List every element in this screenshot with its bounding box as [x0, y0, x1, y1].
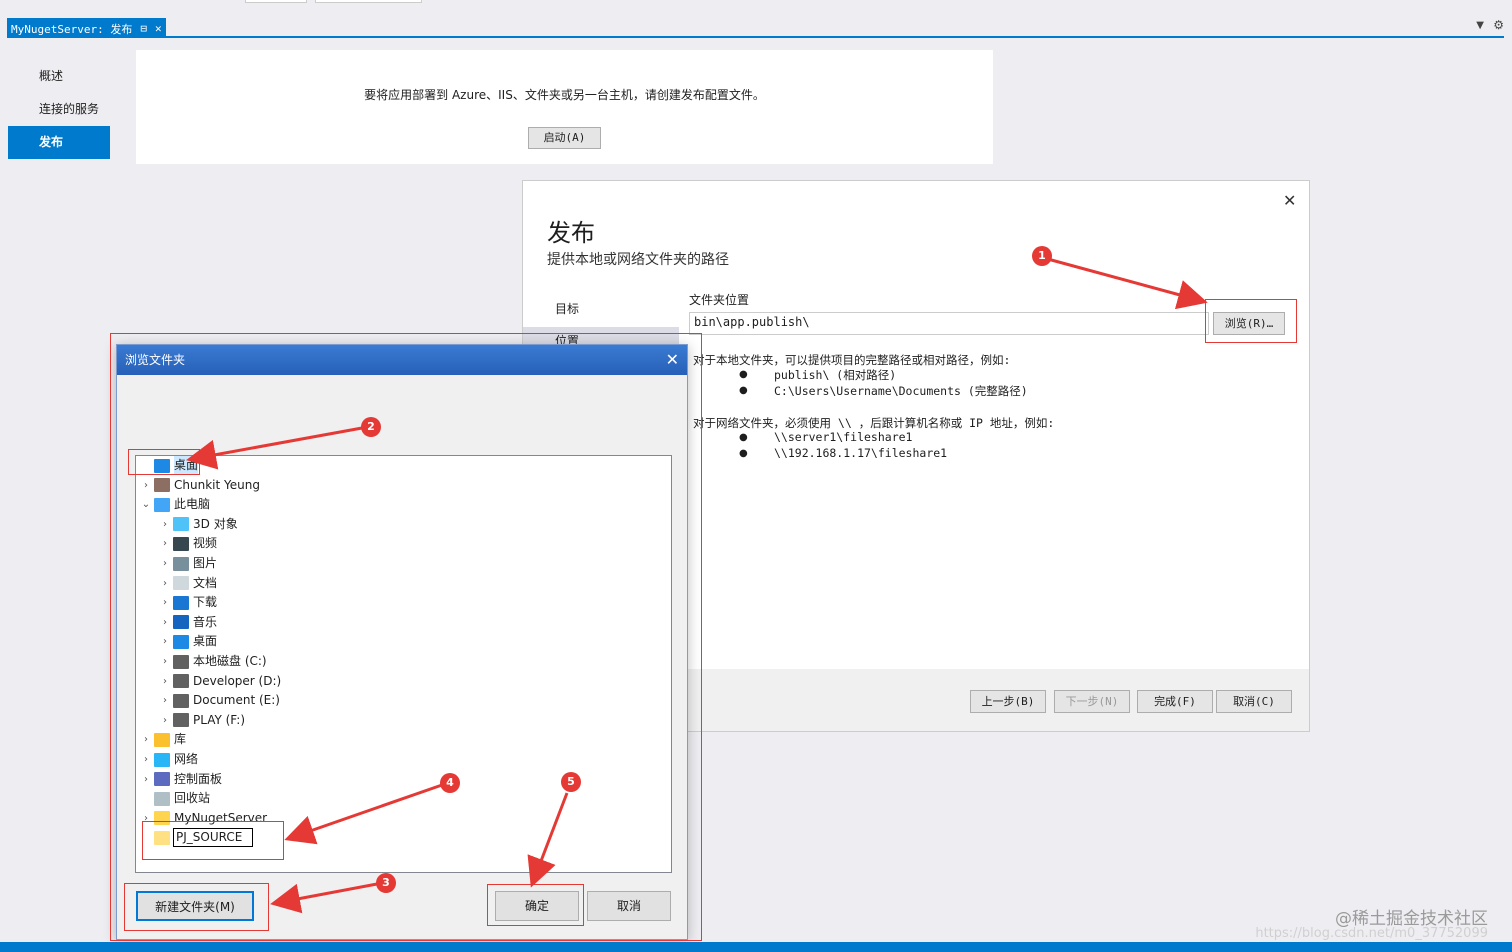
annotation-badge: 3 — [376, 873, 396, 893]
status-bar — [0, 942, 1512, 952]
annotation-badge: 4 — [440, 773, 460, 793]
watermark-url: https://blog.csdn.net/m0_37752099 — [1255, 926, 1488, 941]
arrow-1 — [1043, 256, 1208, 310]
arrow-3 — [270, 882, 378, 914]
annotation-badge: 5 — [561, 772, 581, 792]
arrow-4 — [284, 783, 443, 845]
annotation-badge: 2 — [361, 417, 381, 437]
arrow-5 — [527, 792, 569, 888]
annotation-badge: 1 — [1032, 246, 1052, 266]
annotation-arrows — [186, 256, 1208, 914]
arrow-2 — [186, 426, 363, 470]
